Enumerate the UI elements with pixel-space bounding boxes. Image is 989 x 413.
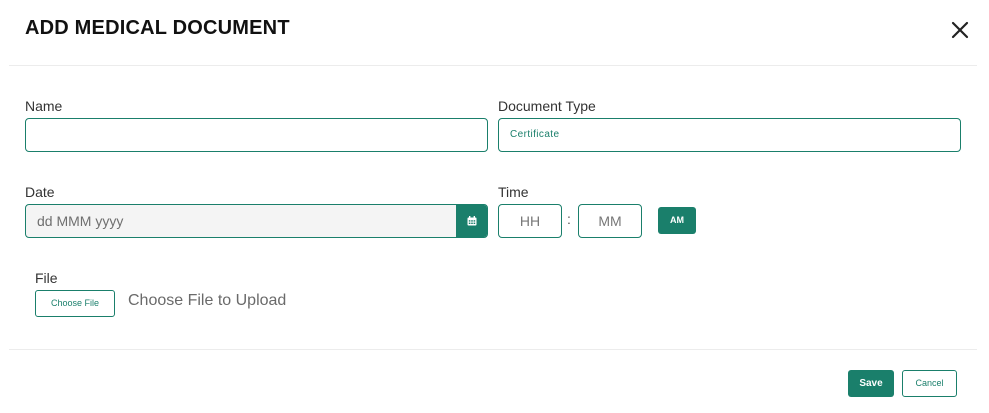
date-label: Date [25,184,55,200]
cancel-button[interactable]: Cancel [902,370,957,397]
footer-divider [9,349,977,350]
calendar-icon [467,216,476,226]
header-divider [9,65,977,66]
file-upload-hint: Choose File to Upload [128,292,287,309]
date-input[interactable]: dd MMM yyyy [25,204,488,238]
time-label: Time [498,184,529,200]
am-pm-toggle[interactable]: AM [658,207,696,234]
save-button[interactable]: Save [848,370,894,397]
dialog-title: ADD MEDICAL DOCUMENT [25,17,290,39]
minutes-input[interactable]: MM [578,204,642,238]
document-type-value: Certificate [510,129,560,140]
calendar-button[interactable] [456,205,487,237]
close-button[interactable] [948,18,972,42]
dialog-header: ADD MEDICAL DOCUMENT [0,0,989,66]
hours-input[interactable]: HH [498,204,562,238]
document-type-label: Document Type [498,98,596,114]
add-medical-document-dialog: ADD MEDICAL DOCUMENT Name Document Type … [0,0,989,413]
document-type-select[interactable]: Certificate [498,118,961,152]
name-label: Name [25,98,63,114]
close-icon [951,21,969,39]
date-placeholder: dd MMM yyyy [37,213,124,229]
time-separator: : [567,211,571,227]
file-label: File [35,270,58,286]
choose-file-button[interactable]: Choose File [35,290,115,317]
name-input[interactable] [25,118,488,152]
